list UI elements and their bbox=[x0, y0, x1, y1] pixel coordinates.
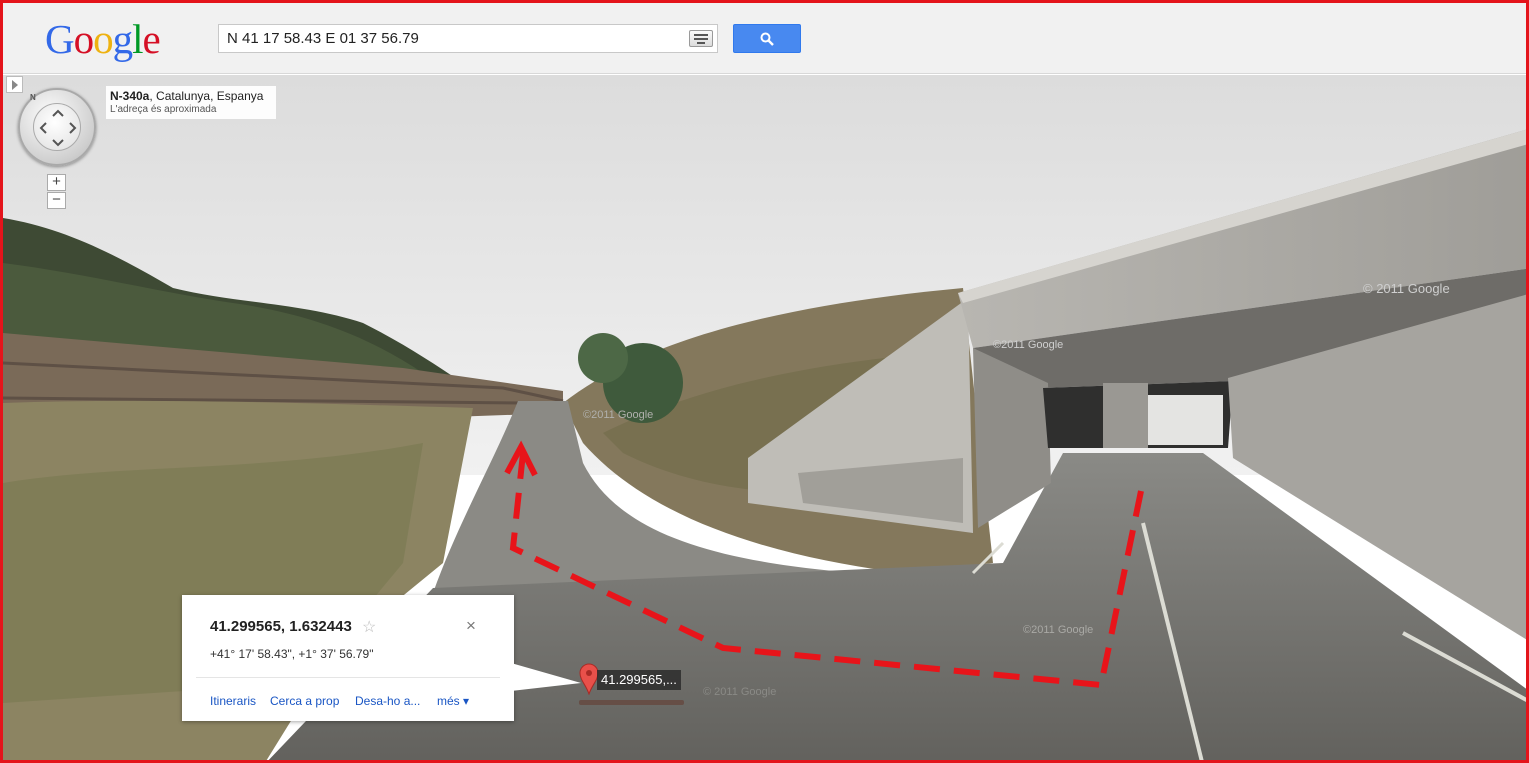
logo-letter: e bbox=[142, 16, 161, 62]
header-bar: Google N 41 17 58.43 E 01 37 56.79 bbox=[3, 3, 1526, 74]
chevron-right-icon bbox=[12, 80, 18, 90]
zoom-out-button[interactable]: − bbox=[47, 192, 66, 209]
close-icon[interactable]: × bbox=[466, 616, 476, 636]
logo-letter: g bbox=[112, 16, 133, 62]
keyboard-icon[interactable] bbox=[689, 30, 713, 47]
search-query[interactable]: N 41 17 58.43 E 01 37 56.79 bbox=[227, 30, 419, 47]
save-to-link[interactable]: Desa-ho a... bbox=[355, 694, 420, 708]
watermark: © 2011 Google bbox=[703, 686, 776, 698]
logo-letter: G bbox=[45, 16, 75, 62]
panel-toggle-button[interactable] bbox=[6, 76, 23, 93]
logo-letter: o bbox=[73, 16, 94, 62]
address-label: N-340a, Catalunya, Espanya L'adreça és a… bbox=[106, 86, 276, 119]
search-icon bbox=[760, 32, 774, 46]
star-icon[interactable]: ☆ bbox=[362, 617, 376, 637]
address-note: L'adreça és aproximada bbox=[110, 104, 217, 115]
pan-arrows-icon[interactable] bbox=[34, 104, 82, 152]
marker-label[interactable]: 41.299565,... bbox=[597, 670, 681, 690]
coordinates-title: 41.299565, 1.632443 bbox=[210, 618, 352, 635]
more-link[interactable]: més ▾ bbox=[437, 694, 469, 708]
google-logo[interactable]: Google bbox=[45, 15, 161, 63]
zoom-in-button[interactable]: + bbox=[47, 174, 66, 191]
watermark: © 2011 Google bbox=[1363, 281, 1450, 296]
compass-center bbox=[33, 103, 81, 151]
divider bbox=[196, 677, 500, 678]
watermark: ©2011 Google bbox=[1023, 624, 1093, 636]
map-pin-icon[interactable] bbox=[579, 663, 599, 695]
road-name: N-340a bbox=[110, 89, 150, 103]
logo-letter: o bbox=[93, 16, 113, 62]
directions-link[interactable]: Itineraris bbox=[210, 694, 256, 708]
watermark: ©2011 Google bbox=[583, 409, 653, 421]
zoom-control: + − bbox=[47, 174, 66, 210]
pan-control[interactable]: N bbox=[18, 88, 96, 166]
coordinates-dms: +41° 17' 58.43", +1° 37' 56.79" bbox=[210, 647, 374, 661]
search-nearby-link[interactable]: Cerca a prop bbox=[270, 694, 339, 708]
marker-shadow bbox=[579, 700, 684, 705]
search-input[interactable]: N 41 17 58.43 E 01 37 56.79 bbox=[218, 24, 718, 53]
screenshot-frame: © 2011 Google ©2011 Google ©2011 Google … bbox=[0, 0, 1529, 763]
bubble-tail bbox=[511, 663, 581, 691]
north-indicator[interactable]: N bbox=[30, 93, 36, 102]
search-button[interactable] bbox=[733, 24, 801, 53]
watermark: ©2011 Google bbox=[993, 339, 1063, 351]
region-name: , Catalunya, Espanya bbox=[149, 89, 264, 103]
info-bubble: 41.299565, 1.632443 ☆ × +41° 17' 58.43",… bbox=[182, 595, 514, 721]
logo-letter: l bbox=[132, 16, 143, 62]
